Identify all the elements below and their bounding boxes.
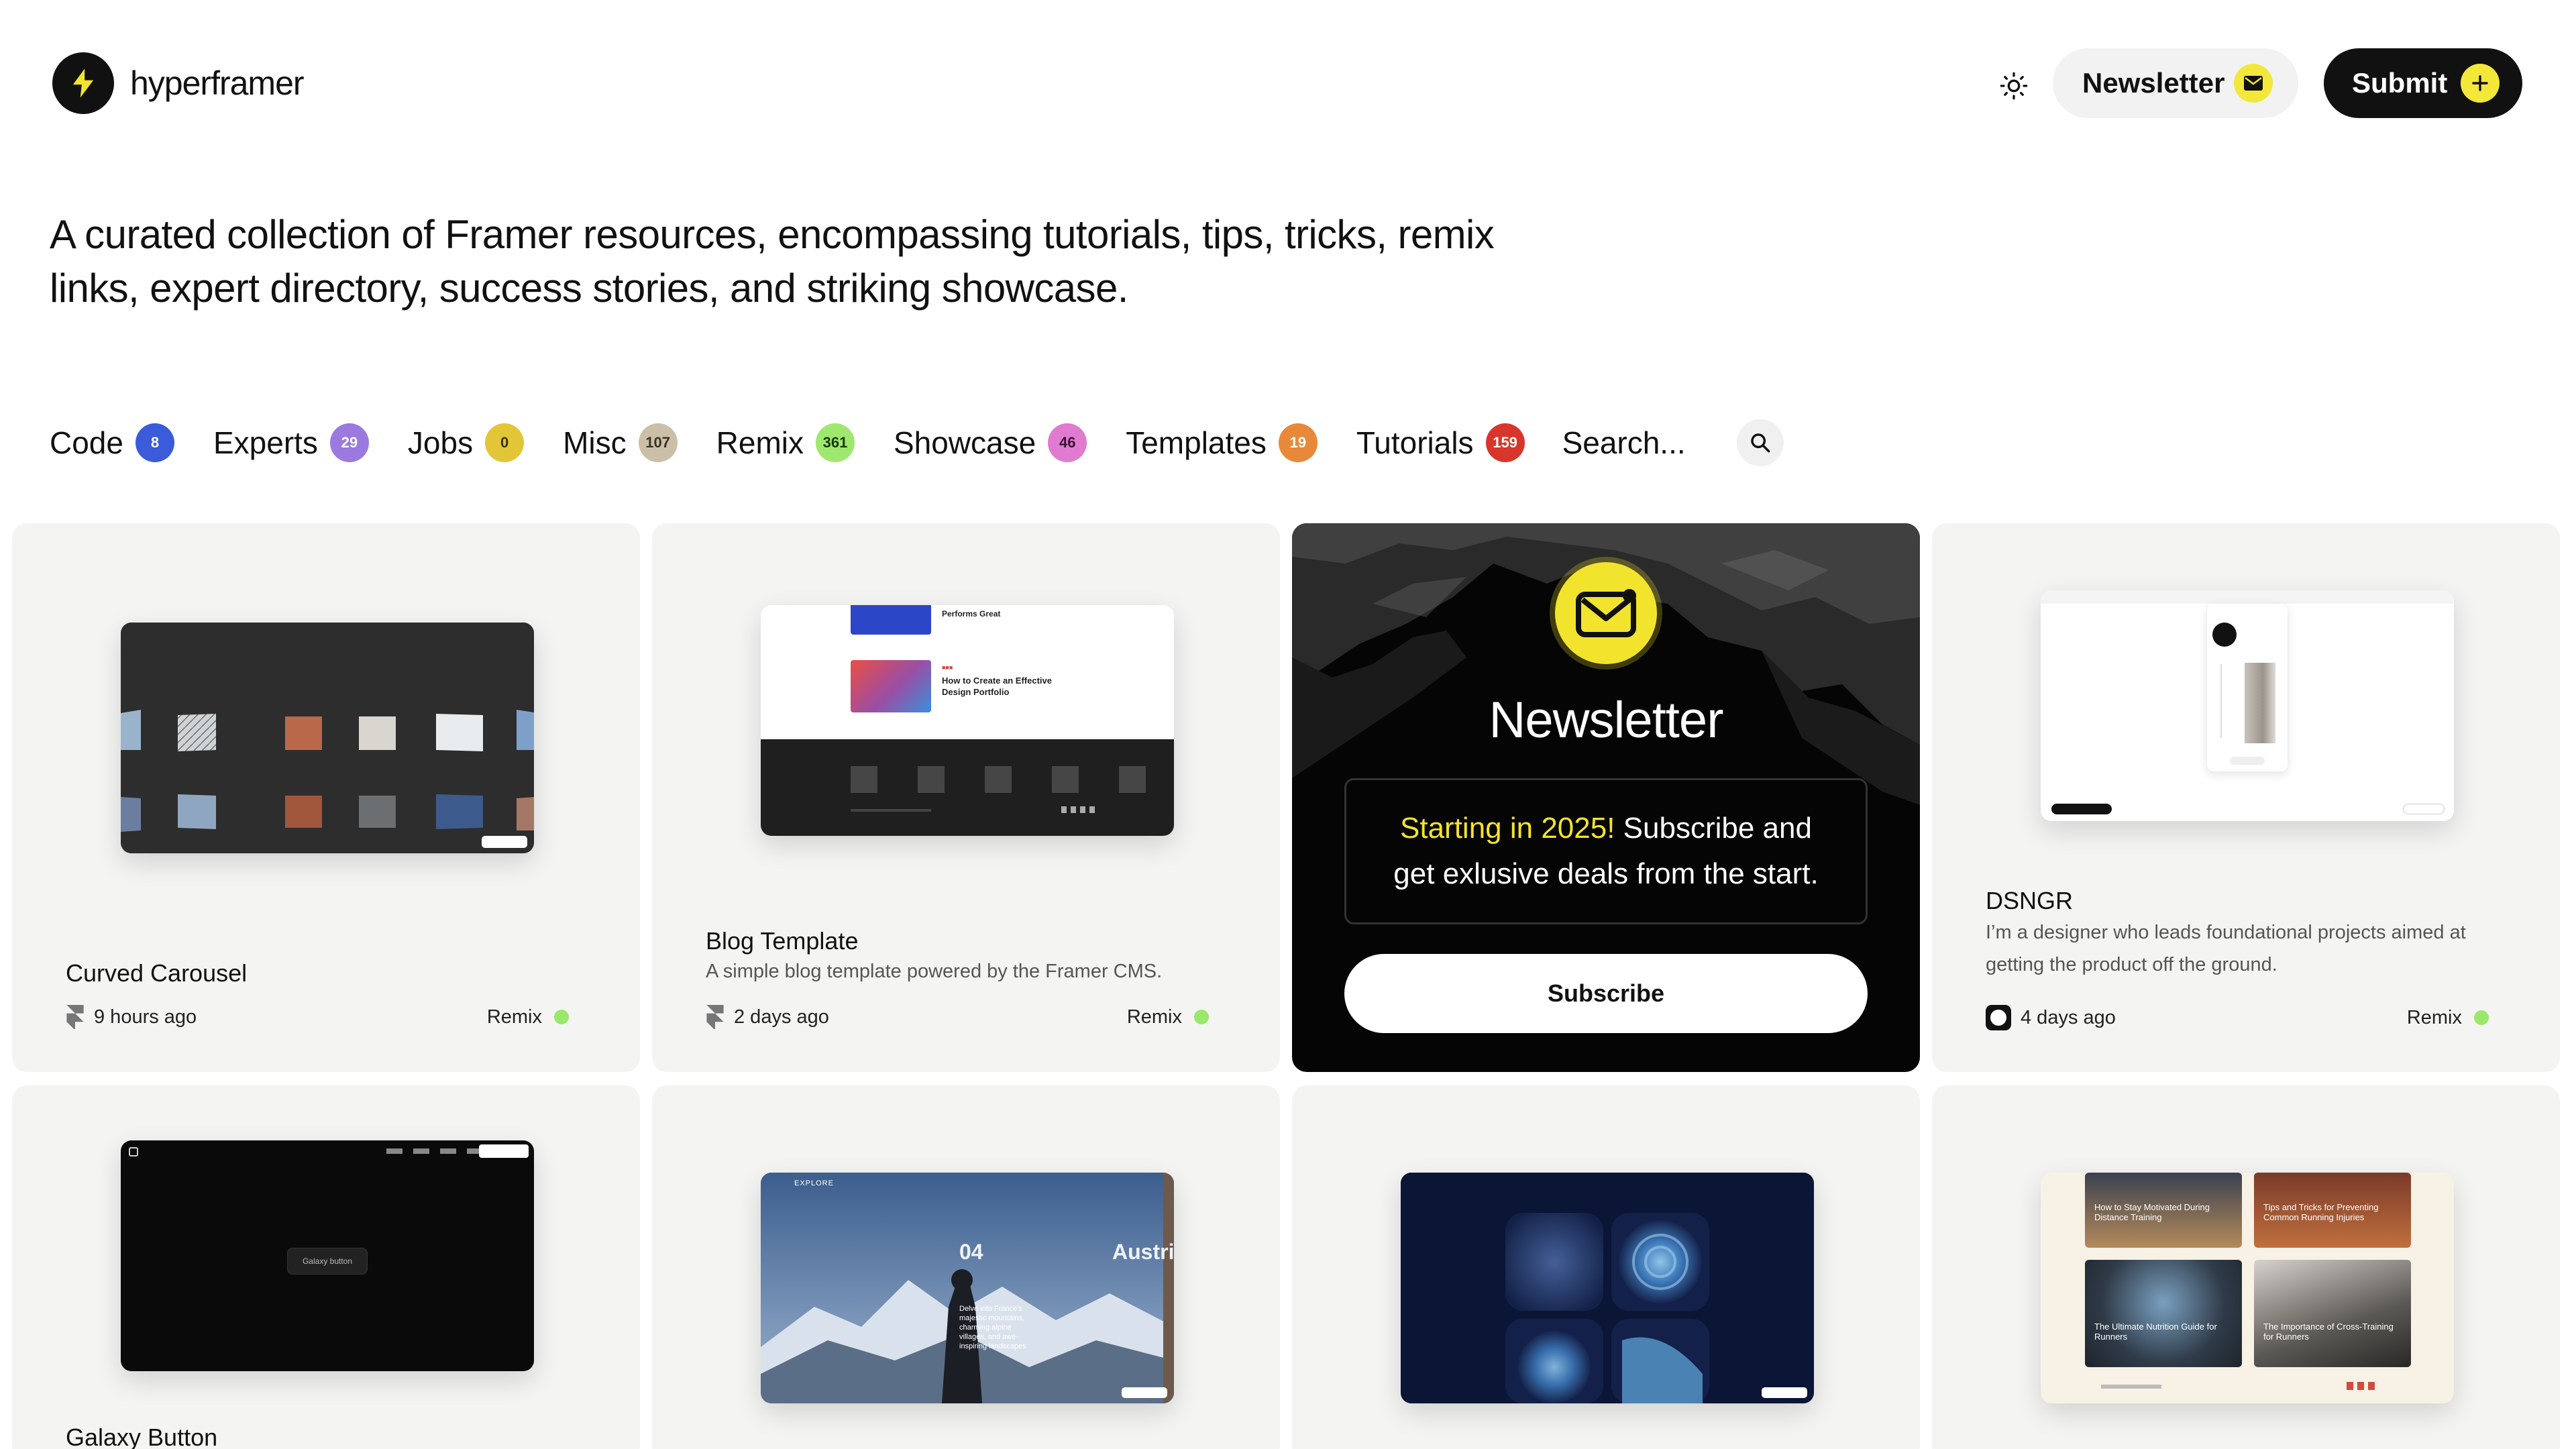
card-title: DSNGR — [1986, 887, 2074, 914]
category-label: Showcase — [893, 425, 1036, 460]
article-title: The Importance of Cross-Training for Run… — [2263, 1322, 2394, 1342]
framer-icon — [66, 1005, 84, 1029]
card-thumbnail: How to Stay Motivated During Distance Tr… — [2041, 1173, 2454, 1403]
theme-toggle-button[interactable] — [1992, 64, 2035, 107]
card-thumbnail: EXPLORE 04 Austri Delve into France's ma… — [761, 1173, 1174, 1403]
resource-card[interactable]: Performs Great ■■■ How to Create an Effe… — [652, 523, 1280, 1072]
category-templates[interactable]: Templates 19 — [1126, 423, 1318, 462]
resource-card[interactable] — [1292, 1085, 1920, 1449]
category-experts[interactable]: Experts 29 — [213, 423, 369, 462]
category-label: Jobs — [407, 425, 474, 460]
card-meta: 9 hours ago Remix — [66, 1005, 569, 1029]
blog-post-title: Performs Great — [942, 609, 1001, 619]
card-meta: 4 days ago Remix — [1986, 1005, 2489, 1030]
category-tutorials[interactable]: Tutorials 159 — [1356, 423, 1525, 462]
subscribe-button[interactable]: Subscribe — [1344, 954, 1868, 1033]
framer-icon — [706, 1005, 724, 1029]
status-dot — [554, 1010, 569, 1024]
card-tag: Remix — [2406, 1006, 2462, 1028]
category-misc[interactable]: Misc 107 — [563, 423, 678, 462]
newsletter-card: Newsletter Starting in 2025! Subscribe a… — [1292, 523, 1920, 1072]
galaxy-button-preview: Galaxy button — [287, 1248, 368, 1275]
resource-card[interactable]: DSNGR I’m a designer who leads foundatio… — [1932, 523, 2560, 1072]
card-meta: 2 days ago Remix — [706, 1005, 1209, 1029]
resource-card[interactable]: Curved Carousel 9 hours ago Remix — [12, 523, 640, 1072]
article-title: How to Stay Motivated During Distance Tr… — [2094, 1202, 2210, 1222]
submit-button-label: Submit — [2352, 67, 2448, 99]
slide-word: Austri — [1112, 1240, 1174, 1264]
blog-post-title: How to Create an Effective Design Portfo… — [942, 676, 1052, 697]
newsletter-button[interactable]: Newsletter — [2053, 48, 2298, 118]
count-badge: 159 — [1485, 423, 1525, 462]
card-title: Galaxy Button — [66, 1424, 218, 1449]
search-button[interactable] — [1736, 419, 1784, 466]
mail-icon — [1555, 562, 1657, 664]
slide-caption: Delve into France's majestic mountains, … — [959, 1305, 1026, 1350]
card-thumbnail — [121, 623, 534, 853]
count-badge: 107 — [638, 423, 678, 462]
count-badge: 19 — [1278, 423, 1318, 462]
slide-number: 04 — [959, 1240, 983, 1264]
card-thumbnail — [2041, 590, 2454, 821]
card-title: Blog Template — [706, 927, 859, 955]
status-dot — [1194, 1010, 1209, 1024]
category-label: Templates — [1126, 425, 1267, 460]
resource-card[interactable]: EXPLORE 04 Austri Delve into France's ma… — [652, 1085, 1280, 1449]
mail-icon — [2234, 64, 2273, 103]
category-label: Misc — [563, 425, 627, 460]
count-badge: 8 — [135, 423, 174, 462]
card-title: Curved Carousel — [66, 959, 248, 987]
count-badge: 46 — [1048, 423, 1087, 462]
plus-icon — [2461, 64, 2500, 103]
card-time: 2 days ago — [734, 1006, 829, 1028]
card-tag: Remix — [486, 1006, 542, 1028]
search-icon — [1750, 433, 1770, 453]
article-title: The Ultimate Nutrition Guide for Runners — [2094, 1322, 2217, 1342]
card-thumbnail — [1401, 1173, 1814, 1403]
newsletter-highlight: Starting in 2025! — [1400, 812, 1615, 845]
category-nav: Code 8 Experts 29 Jobs 0 Misc 107 Remix … — [50, 416, 1784, 470]
resource-card[interactable]: Galaxy button Galaxy Button — [12, 1085, 640, 1449]
card-description: A simple blog template powered by the Fr… — [706, 961, 1163, 982]
category-jobs[interactable]: Jobs 0 — [407, 423, 525, 462]
brand-name: hyperframer — [130, 64, 305, 102]
newsletter-message: Starting in 2025! Subscribe and get exlu… — [1344, 778, 1868, 924]
count-badge: 29 — [329, 423, 369, 462]
card-time: 4 days ago — [2021, 1006, 2116, 1028]
category-code[interactable]: Code 8 — [50, 423, 174, 462]
card-thumbnail: Performs Great ■■■ How to Create an Effe… — [761, 605, 1174, 836]
count-badge: 0 — [485, 423, 525, 462]
category-showcase[interactable]: Showcase 46 — [894, 423, 1087, 462]
search-bar — [1562, 419, 1784, 466]
resource-card[interactable]: How to Stay Motivated During Distance Tr… — [1932, 1085, 2560, 1449]
article-title: Tips and Tricks for Preventing Common Ru… — [2263, 1202, 2379, 1222]
card-description: I’m a designer who leads foundational pr… — [1986, 922, 2466, 975]
status-dot — [2474, 1010, 2489, 1025]
avatar — [1986, 1005, 2011, 1030]
newsletter-title: Newsletter — [1489, 692, 1724, 749]
card-time: 9 hours ago — [94, 1006, 197, 1028]
category-label: Tutorials — [1356, 425, 1474, 460]
category-remix[interactable]: Remix 361 — [716, 423, 855, 462]
logo[interactable]: hyperframer — [52, 52, 305, 114]
submit-button[interactable]: Submit — [2324, 48, 2522, 118]
sun-icon — [2000, 72, 2028, 100]
search-input[interactable] — [1562, 425, 1717, 461]
page-tagline: A curated collection of Framer resources… — [50, 212, 1495, 311]
category-label: Experts — [213, 425, 318, 460]
card-tag: Remix — [1126, 1006, 1182, 1028]
category-label: Remix — [716, 425, 804, 460]
count-badge: 361 — [815, 423, 855, 462]
thumb-nav-label: EXPLORE — [794, 1179, 834, 1187]
newsletter-button-label: Newsletter — [2082, 67, 2225, 99]
lightning-bolt-icon — [52, 52, 114, 114]
category-label: Code — [50, 425, 123, 460]
card-thumbnail: Galaxy button — [121, 1140, 534, 1371]
